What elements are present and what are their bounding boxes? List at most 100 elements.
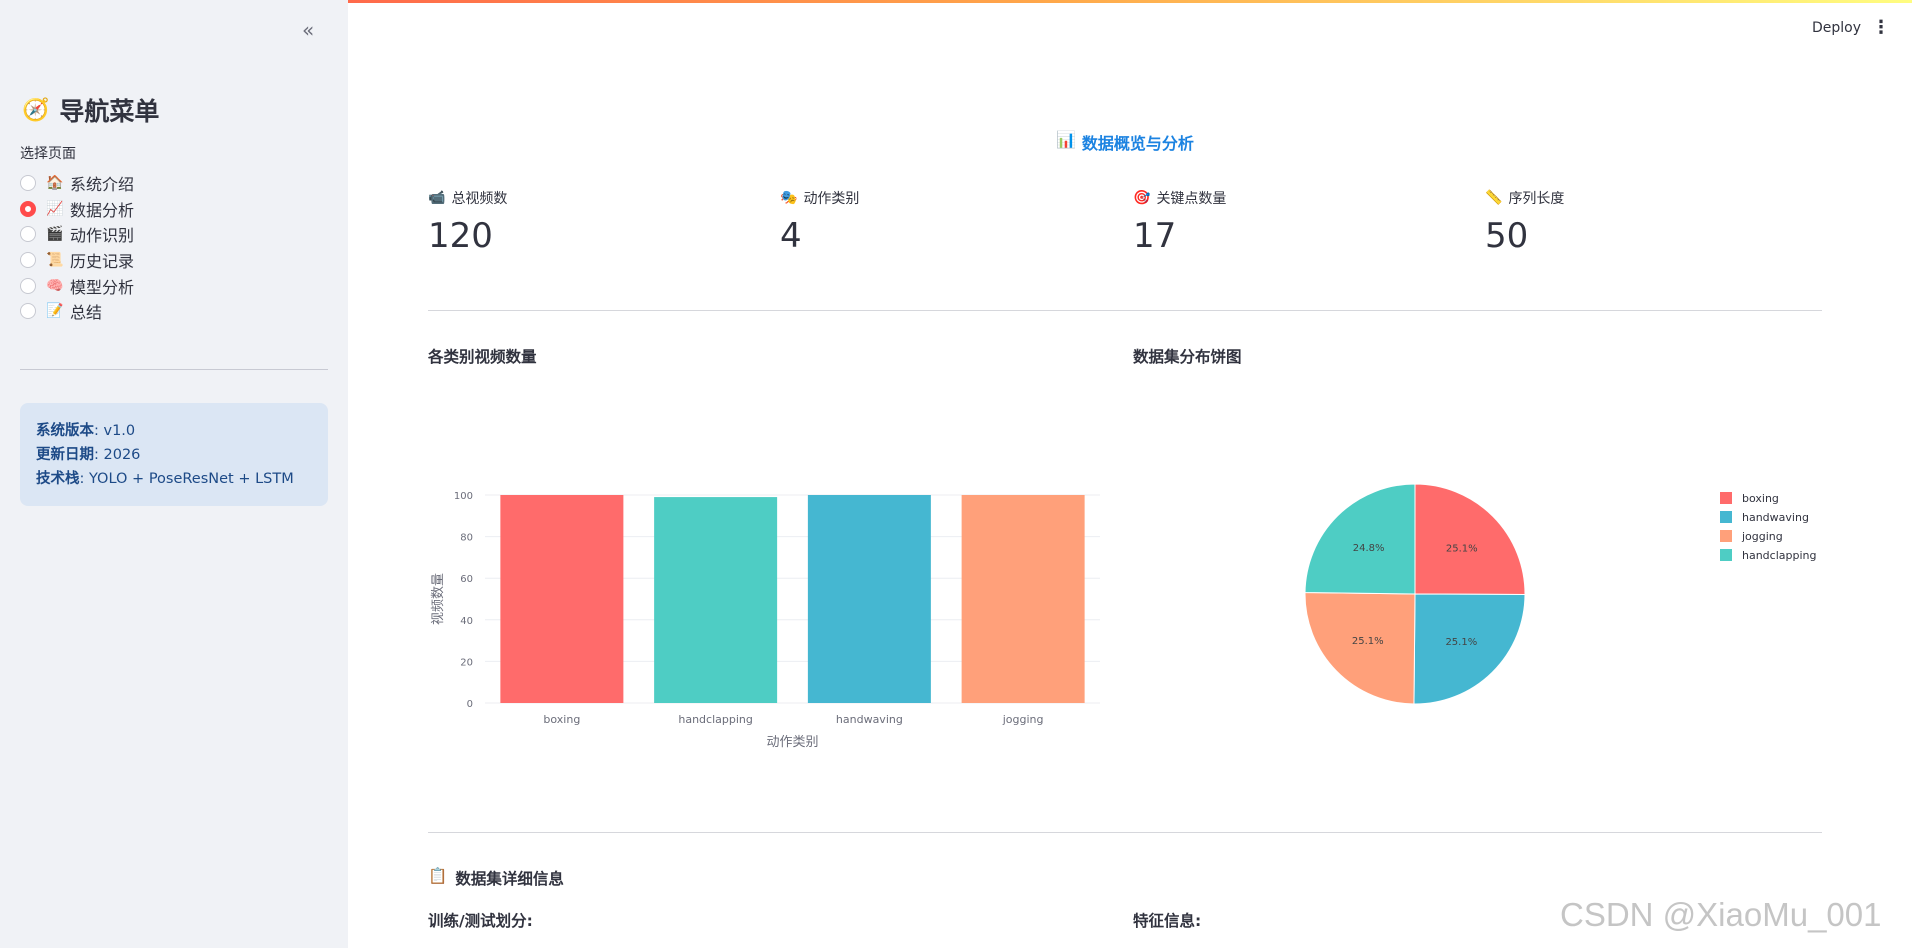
metric-label: 总视频数 — [451, 191, 508, 207]
y-tick-label: 0 — [467, 699, 473, 710]
radio-button[interactable] — [20, 174, 36, 191]
stack-key: 技术栈 — [36, 471, 80, 487]
pie-chart: 25.1% 25.1% 25.1% 24.8% boxing handwaving jogg… — [1304, 483, 1817, 705]
date-key: 更新日期 — [36, 447, 94, 463]
y-axis-label: 视频数量 — [431, 573, 446, 625]
x-tick-label: handwaving — [836, 713, 903, 726]
pie-slice-jogging — [1304, 591, 1416, 705]
y-tick-label: 80 — [460, 533, 473, 544]
train-test-split-title: 训练/测试划分: — [428, 912, 533, 930]
metric-label: 动作类别 — [803, 191, 860, 207]
radio-option-label: 总结 — [70, 303, 103, 323]
version-value: : v1.0 — [94, 423, 136, 439]
x-axis-label: 动作类别 — [766, 735, 818, 750]
metric-action-classes: 🎭 动作类别 4 — [780, 188, 859, 256]
compass-icon: 🧭 — [22, 97, 50, 123]
radio-option-icon: 🏠 — [46, 174, 64, 191]
radio-option-label: 模型分析 — [70, 277, 135, 297]
collapse-sidebar-icon[interactable]: « — [302, 18, 315, 42]
legend-label: handwaving — [1742, 511, 1809, 524]
sidebar-title: 🧭 导航菜单 — [22, 92, 159, 128]
date-value: : 2026 — [94, 447, 141, 463]
y-tick-label: 40 — [460, 616, 473, 627]
radio-option[interactable]: 🏠 系统介绍 — [20, 170, 134, 196]
legend-swatch — [1720, 492, 1732, 504]
radio-option-label: 动作识别 — [70, 226, 135, 246]
y-tick-label: 20 — [460, 657, 473, 668]
radio-button[interactable] — [20, 226, 36, 243]
metric-value: 17 — [1133, 216, 1177, 256]
radio-option-label: 历史记录 — [70, 251, 135, 271]
x-tick-label: boxing — [543, 713, 580, 726]
x-tick-label: handclapping — [678, 713, 753, 726]
clipboard-icon: 📋 — [428, 867, 448, 885]
version-key: 系统版本 — [36, 423, 94, 439]
dataset-detail-title: 📋 数据集详细信息 — [428, 867, 564, 889]
pie-chart-title: 数据集分布饼图 — [1133, 348, 1242, 366]
bar-jogging — [961, 495, 1085, 703]
radio-option[interactable]: 🎬 动作识别 — [20, 221, 134, 247]
legend-label: jogging — [1741, 530, 1783, 543]
sidebar-title-text: 导航菜单 — [59, 97, 160, 126]
bar-handclapping — [654, 497, 778, 703]
video-camera-icon: 📹 — [428, 190, 446, 206]
pie-slice-label: 25.1% — [1446, 543, 1478, 554]
main-menu-icon[interactable]: ⋮ — [1872, 17, 1890, 38]
metric-value: 4 — [780, 216, 802, 256]
metric-label: 序列长度 — [1508, 191, 1565, 207]
radio-button[interactable] — [20, 200, 36, 217]
section-divider — [428, 832, 1822, 833]
bar-boxing — [500, 495, 624, 703]
bar-chart-icon: 📊 — [1056, 130, 1076, 149]
radio-group-label: 选择页面 — [20, 146, 76, 162]
bar-handwaving — [807, 495, 931, 703]
watermark: CSDN @XiaoMu_001 — [1560, 896, 1882, 933]
x-tick-label: jogging — [1002, 713, 1044, 726]
metric-total-videos: 📹 总视频数 120 — [428, 188, 507, 256]
sidebar-divider — [20, 369, 328, 370]
bar-chart-title: 各类别视频数量 — [428, 348, 537, 366]
pie-slice-label: 24.8% — [1353, 543, 1385, 554]
metric-keypoints: 🎯 关键点数量 17 — [1133, 188, 1226, 256]
radio-option-icon: 🎬 — [46, 226, 64, 243]
y-tick-label: 60 — [460, 574, 473, 585]
radio-option[interactable]: 🧠 模型分析 — [20, 273, 134, 299]
radio-button[interactable] — [20, 251, 36, 268]
deploy-button[interactable]: Deploy — [1812, 20, 1861, 36]
radio-option-icon: 🧠 — [46, 277, 64, 294]
legend-swatch — [1720, 530, 1732, 542]
section-divider — [428, 310, 1822, 311]
feature-info-title: 特征信息: — [1133, 912, 1202, 930]
pie-slice-label: 25.1% — [1445, 637, 1477, 648]
page-title: 📊 数据概览与分析 — [1056, 130, 1194, 154]
radio-option-icon: 📈 — [46, 200, 64, 217]
radio-option-icon: 📜 — [46, 251, 64, 268]
stack-value: : YOLO + PoseResNet + LSTM — [79, 471, 294, 487]
dataset-detail-text: 数据集详细信息 — [455, 870, 564, 888]
ruler-icon: 📏 — [1485, 190, 1503, 206]
page-radio-group: 🏠 系统介绍 📈 数据分析 🎬 动作识别 📜 历史记录 🧠 模型分析 📝 总结 — [20, 170, 134, 324]
sidebar: « 🧭 导航菜单 选择页面 🏠 系统介绍 📈 数据分析 🎬 动作识别 📜 历史记录 🧠 模型分析 📝… — [0, 0, 348, 948]
radio-button[interactable] — [20, 303, 36, 320]
pie-slice-label: 25.1% — [1352, 636, 1384, 647]
pie-slice-boxing — [1414, 483, 1526, 596]
radio-option[interactable]: 📝 总结 — [20, 298, 134, 324]
system-info-box: 系统版本: v1.0 更新日期: 2026 技术栈: YOLO + PoseRe… — [20, 403, 328, 506]
radio-option-icon: 📝 — [46, 303, 64, 320]
y-tick-label: 100 — [454, 491, 473, 502]
pie-slice-handwaving — [1413, 593, 1526, 705]
radio-option[interactable]: 📜 历史记录 — [20, 247, 134, 273]
radio-option-label: 系统介绍 — [70, 174, 135, 194]
masks-icon: 🎭 — [780, 190, 798, 206]
pie-slice-handclapping — [1304, 483, 1416, 595]
metric-label: 关键点数量 — [1156, 191, 1227, 207]
metric-value: 50 — [1485, 216, 1529, 256]
bar-chart: 0 20 40 60 80 100 boxing handclapping handwaving… — [431, 491, 1100, 750]
radio-button[interactable] — [20, 277, 36, 294]
target-icon: 🎯 — [1133, 190, 1151, 206]
legend-swatch — [1720, 549, 1732, 561]
radio-option[interactable]: 📈 数据分析 — [20, 196, 134, 222]
legend-label: boxing — [1742, 492, 1779, 505]
legend-label: handclapping — [1742, 549, 1817, 562]
radio-option-label: 数据分析 — [70, 200, 135, 220]
